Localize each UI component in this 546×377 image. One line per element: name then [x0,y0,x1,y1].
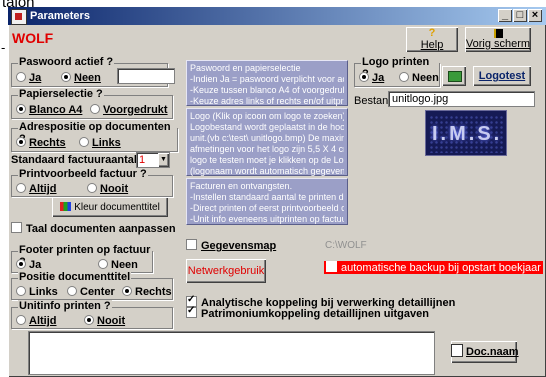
back-button[interactable]: Vorig scherm [465,27,531,52]
password-input[interactable] [117,68,175,84]
document-icon [451,344,463,357]
paper-radio-blanco[interactable]: Blanco A4 [16,104,82,116]
logo-browse-button[interactable] [442,66,466,86]
back-label: Vorig scherm [465,38,531,50]
help-icon: ? [428,27,436,39]
invoice-count-value: 1 [139,154,146,166]
address-radio-links[interactable]: Links [79,137,121,149]
backup-checkbox[interactable]: automatische backup bij opstart boekjaar [324,261,543,274]
close-button[interactable]: × [528,9,542,22]
backup-label: automatische backup bij opstart boekjaar [341,262,541,274]
logo-image-text: I.M.S. [432,123,503,145]
door-icon [493,29,503,38]
file-input[interactable]: unitlogo.jpg [388,91,535,107]
image-icon [448,71,462,82]
notes-textarea[interactable] [28,331,435,375]
footer-radio-neen[interactable]: Neen [98,259,138,271]
title-position-radio-rechts[interactable]: Rechts [122,286,172,298]
app-name: WOLF [12,30,54,46]
palette-icon [60,202,72,211]
password-radio-neen[interactable]: Neen [61,72,101,84]
password-label: Paswoord actief ? [18,56,115,68]
maximize-button[interactable]: □ [513,9,527,22]
paper-group: Papierselectie ? Blanco A4 Voorgedrukt [11,88,173,119]
paper-label: Papierselectie ? [18,88,104,100]
info-logo-panel: Logo (Klik op icoon om logo te zoeken). … [186,108,348,176]
data-folder-label: Gegevensmap [201,240,277,252]
footer-group: Footer printen op factuur ? Ja Neen [11,244,153,273]
network-button[interactable]: Netwerkgebruik [186,259,266,283]
logo-preview-image: I.M.S. [425,110,507,156]
patrimony-checkbox[interactable]: Patrimoniumkoppeling detaillijnen uitgav… [186,305,429,320]
chevron-down-icon[interactable]: ▼ [158,153,169,167]
invoice-count-label: Standaard factuuraantal [11,154,137,166]
data-folder-path: C:\WOLF [325,240,367,251]
logo-test-button[interactable]: Logotest [473,66,531,86]
logo-print-group: Logo printen ? Ja Neen [354,56,440,87]
print-preview-radio-altijd[interactable]: Altijd [16,183,57,195]
window-title: Parameters [30,10,90,22]
info-invoices-panel: Facturen en ontvangsten. -Instellen stan… [186,178,348,225]
title-position-label: Positie documenttitel [18,271,132,283]
footer-radio-ja[interactable]: Ja [16,259,41,271]
address-group: Adrespositie op documenten ? Rechts Link… [11,121,178,152]
title-position-radio-center[interactable]: Center [67,286,115,298]
invoice-count-select[interactable]: 1 ▼ [136,152,170,168]
parameters-window: Parameters _ □ × WOLF ? Help Vorig scher… [8,7,546,377]
title-position-radio-links[interactable]: Links [16,286,58,298]
help-label: Help [420,39,444,51]
title-color-button[interactable]: Kleur documenttitel [52,197,168,217]
print-preview-label: Printvoorbeeld factuur ? [18,168,148,180]
password-radio-ja[interactable]: Ja [16,72,41,84]
app-icon [11,9,27,25]
background-dash: - [1,40,6,55]
language-label: Taal documenten aanpassen [26,223,176,235]
doc-name-button[interactable]: Doc.naam [451,341,519,363]
info-password-panel: Paswoord en papierselectie -Indien Ja = … [186,60,348,106]
print-preview-group: Printvoorbeeld factuur ? Altijd Nooit [11,168,173,197]
logo-radio-neen[interactable]: Neen [399,72,439,84]
unit-info-radio-nooit[interactable]: Nooit [84,315,125,327]
help-button[interactable]: ? Help [406,27,458,52]
address-radio-rechts[interactable]: Rechts [16,137,66,149]
title-bar[interactable]: Parameters _ □ × [8,7,546,25]
minimize-button[interactable]: _ [498,9,512,22]
title-position-group: Positie documenttitel Links Center Recht… [11,271,173,300]
logo-radio-ja[interactable]: Ja [359,72,384,84]
patrimony-label: Patrimoniumkoppeling detaillijnen uitgav… [201,308,429,320]
unit-info-radio-altijd[interactable]: Altijd [16,315,57,327]
data-folder-checkbox[interactable]: Gegevensmap [186,239,276,252]
paper-radio-voorgedrukt[interactable]: Voorgedrukt [90,104,168,116]
unit-info-label: Unitinfo printen ? [18,300,112,312]
unit-info-group: Unitinfo printen ? Altijd Nooit [11,300,173,329]
language-checkbox[interactable]: Taal documenten aanpassen [11,222,176,235]
print-preview-radio-nooit[interactable]: Nooit [87,183,128,195]
